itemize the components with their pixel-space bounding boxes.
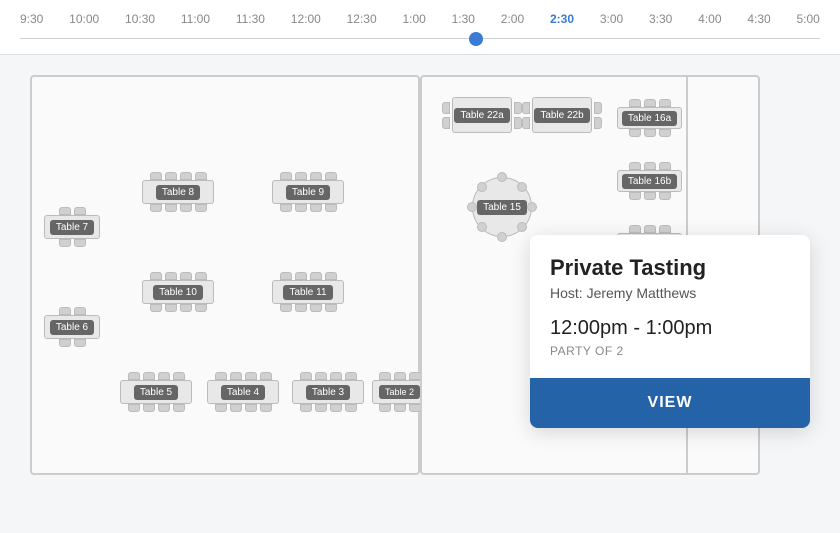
time-label-400: 4:00 (698, 12, 721, 26)
table-8[interactable]: Table 8 (142, 172, 214, 212)
timeline-track[interactable] (20, 32, 820, 46)
floor-plan: Table 7 Table 8 Table 9 Table 6 (0, 55, 840, 530)
table-16a[interactable]: Table 16a (617, 99, 682, 137)
time-label-430: 4:30 (747, 12, 770, 26)
time-label-930: 9:30 (20, 12, 43, 26)
time-label-300: 3:00 (600, 12, 623, 26)
table-15[interactable]: Table 15 (472, 177, 532, 237)
popup-time: 12:00pm - 1:00pm (550, 317, 790, 340)
popup-card: Private Tasting Host: Jeremy Matthews 12… (530, 235, 810, 428)
time-label-1100: 11:00 (181, 12, 210, 26)
time-label-100: 1:00 (402, 12, 425, 26)
table-6[interactable]: Table 6 (44, 307, 100, 347)
time-label-1130: 11:30 (236, 12, 265, 26)
timeline: 9:30 10:00 10:30 11:00 11:30 12:00 12:30… (0, 0, 840, 55)
table-16b[interactable]: Table 16b (617, 162, 682, 200)
time-label-1230: 12:30 (347, 12, 377, 26)
table-5[interactable]: Table 5 (120, 372, 192, 412)
table-2[interactable]: Table 2 (372, 372, 427, 412)
time-label-230: 2:30 (550, 12, 574, 26)
room-left: Table 7 Table 8 Table 9 Table 6 (30, 75, 420, 475)
table-22b[interactable]: Table 22b (522, 97, 602, 133)
timeline-line (20, 38, 820, 39)
table-3[interactable]: Table 3 (292, 372, 364, 412)
time-label-1000: 10:00 (69, 12, 99, 26)
table-4[interactable]: Table 4 (207, 372, 279, 412)
popup-title: Private Tasting (550, 255, 790, 281)
time-label-130: 1:30 (452, 12, 475, 26)
table-9[interactable]: Table 9 (272, 172, 344, 212)
time-label-1030: 10:30 (125, 12, 155, 26)
popup-party: PARTY OF 2 (550, 344, 790, 358)
table-11[interactable]: Table 11 (272, 272, 344, 312)
time-label-200: 2:00 (501, 12, 524, 26)
time-label-500: 5:00 (797, 12, 820, 26)
popup-host: Host: Jeremy Matthews (550, 285, 790, 301)
main-area: Table 7 Table 8 Table 9 Table 6 (0, 55, 840, 530)
timeline-dot-active[interactable] (469, 32, 483, 46)
timeline-labels: 9:30 10:00 10:30 11:00 11:30 12:00 12:30… (20, 12, 820, 26)
table-10[interactable]: Table 10 (142, 272, 214, 312)
table-7[interactable]: Table 7 (44, 207, 100, 247)
time-label-1200: 12:00 (291, 12, 321, 26)
table-22a[interactable]: Table 22a (442, 97, 522, 133)
time-label-330: 3:30 (649, 12, 672, 26)
view-button[interactable]: VIEW (530, 378, 810, 428)
